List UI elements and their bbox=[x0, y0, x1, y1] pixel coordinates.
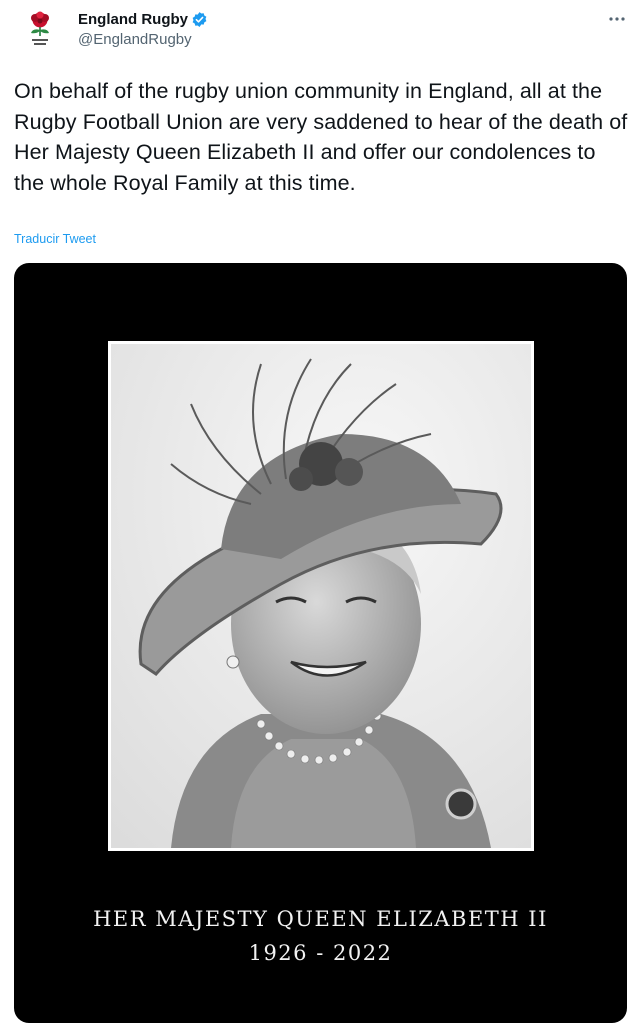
translate-tweet-link[interactable]: Traducir Tweet bbox=[14, 232, 96, 246]
portrait-frame bbox=[108, 341, 534, 851]
author-handle[interactable]: @EnglandRugby bbox=[78, 31, 208, 48]
tweet-header: England Rugby @EnglandRugby bbox=[0, 0, 642, 60]
display-name[interactable]: England Rugby bbox=[78, 11, 188, 28]
more-options-button[interactable] bbox=[606, 8, 628, 30]
verified-badge-icon bbox=[191, 11, 208, 28]
queen-portrait-photo bbox=[111, 344, 531, 848]
author-block: England Rugby @EnglandRugby bbox=[78, 8, 208, 48]
avatar[interactable] bbox=[18, 8, 62, 54]
tweet-media-image[interactable]: HER MAJESTY QUEEN ELIZABETH II 1926 - 20… bbox=[14, 263, 627, 1023]
more-options-icon bbox=[609, 17, 625, 21]
tweet-text: On behalf of the rugby union community i… bbox=[14, 79, 628, 195]
display-name-row: England Rugby bbox=[78, 8, 208, 30]
rose-logo-icon bbox=[31, 11, 49, 45]
caption-years: 1926 - 2022 bbox=[248, 941, 393, 965]
caption-title: HER MAJESTY QUEEN ELIZABETH II bbox=[93, 907, 548, 931]
